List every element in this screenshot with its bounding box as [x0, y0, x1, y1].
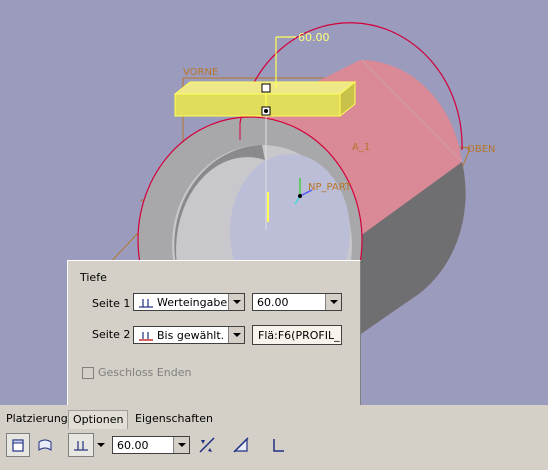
dashboard-depth-value: 60.00 [117, 439, 149, 452]
flip-direction-button[interactable] [195, 433, 219, 457]
side2-type-value: Bis gewählt. [157, 329, 225, 342]
tab-options[interactable]: Optionen [68, 410, 129, 429]
dashboard-depth-value-select[interactable]: 60.00 [112, 436, 190, 454]
side1-depth-type-select[interactable]: Werteingabe [133, 293, 245, 311]
side2-reference-value: Flä:F6(PROFIL_ [258, 329, 340, 342]
thicken-button[interactable] [266, 433, 290, 457]
chevron-down-icon[interactable] [228, 294, 244, 310]
side2-reference-field[interactable]: Flä:F6(PROFIL_ [252, 325, 342, 345]
options-panel: Tiefe Seite 1 Werteingabe 60.00 Seite 2 … [67, 260, 361, 406]
surface-icon [38, 439, 52, 451]
solid-button[interactable] [6, 433, 30, 457]
depth-dimension-text[interactable]: 60.00 [298, 31, 330, 44]
remove-material-button[interactable] [229, 433, 253, 457]
depth-type-button[interactable] [68, 433, 94, 457]
blind-depth-icon [139, 299, 153, 308]
top-plane-label: OBEN [467, 144, 496, 155]
drag-handle-depth-dot [264, 109, 268, 113]
capped-ends-option: Geschloss Enden [82, 366, 191, 379]
flip-direction-icon [199, 437, 215, 453]
chevron-down-icon[interactable] [173, 437, 189, 453]
side1-depth-value-select[interactable]: 60.00 [252, 293, 342, 311]
side1-depth-value: 60.00 [257, 296, 289, 309]
capped-ends-label: Geschloss Enden [98, 366, 192, 379]
feature-dashboard: Platzierung Optionen Eigenschaften 60.00 [0, 405, 548, 470]
thicken-icon [273, 439, 284, 452]
drag-handle-top[interactable] [261, 83, 271, 93]
chevron-down-icon[interactable] [325, 294, 341, 310]
blind-depth-icon [74, 441, 88, 451]
solid-icon [12, 439, 24, 452]
side2-depth-type-select[interactable]: Bis gewählt. [133, 326, 245, 344]
tab-properties[interactable]: Eigenschaften [131, 410, 217, 428]
remove-material-icon [233, 437, 249, 453]
chevron-down-icon[interactable] [228, 327, 244, 343]
capped-ends-checkbox[interactable] [82, 367, 94, 379]
depth-type-dropdown-arrow[interactable] [97, 443, 105, 447]
tab-placement[interactable]: Platzierung [2, 410, 72, 428]
side2-label: Seite 2 [92, 328, 131, 341]
side1-type-value: Werteingabe [157, 296, 228, 309]
surface-button[interactable] [33, 433, 57, 457]
csys-label: NP_PART [308, 182, 352, 193]
front-plane-label: VORNE [183, 67, 218, 78]
depth-section-title: Tiefe [80, 271, 107, 284]
up-to-selected-icon [139, 332, 153, 341]
axis-label: A_1 [352, 142, 370, 153]
side1-label: Seite 1 [92, 297, 131, 310]
